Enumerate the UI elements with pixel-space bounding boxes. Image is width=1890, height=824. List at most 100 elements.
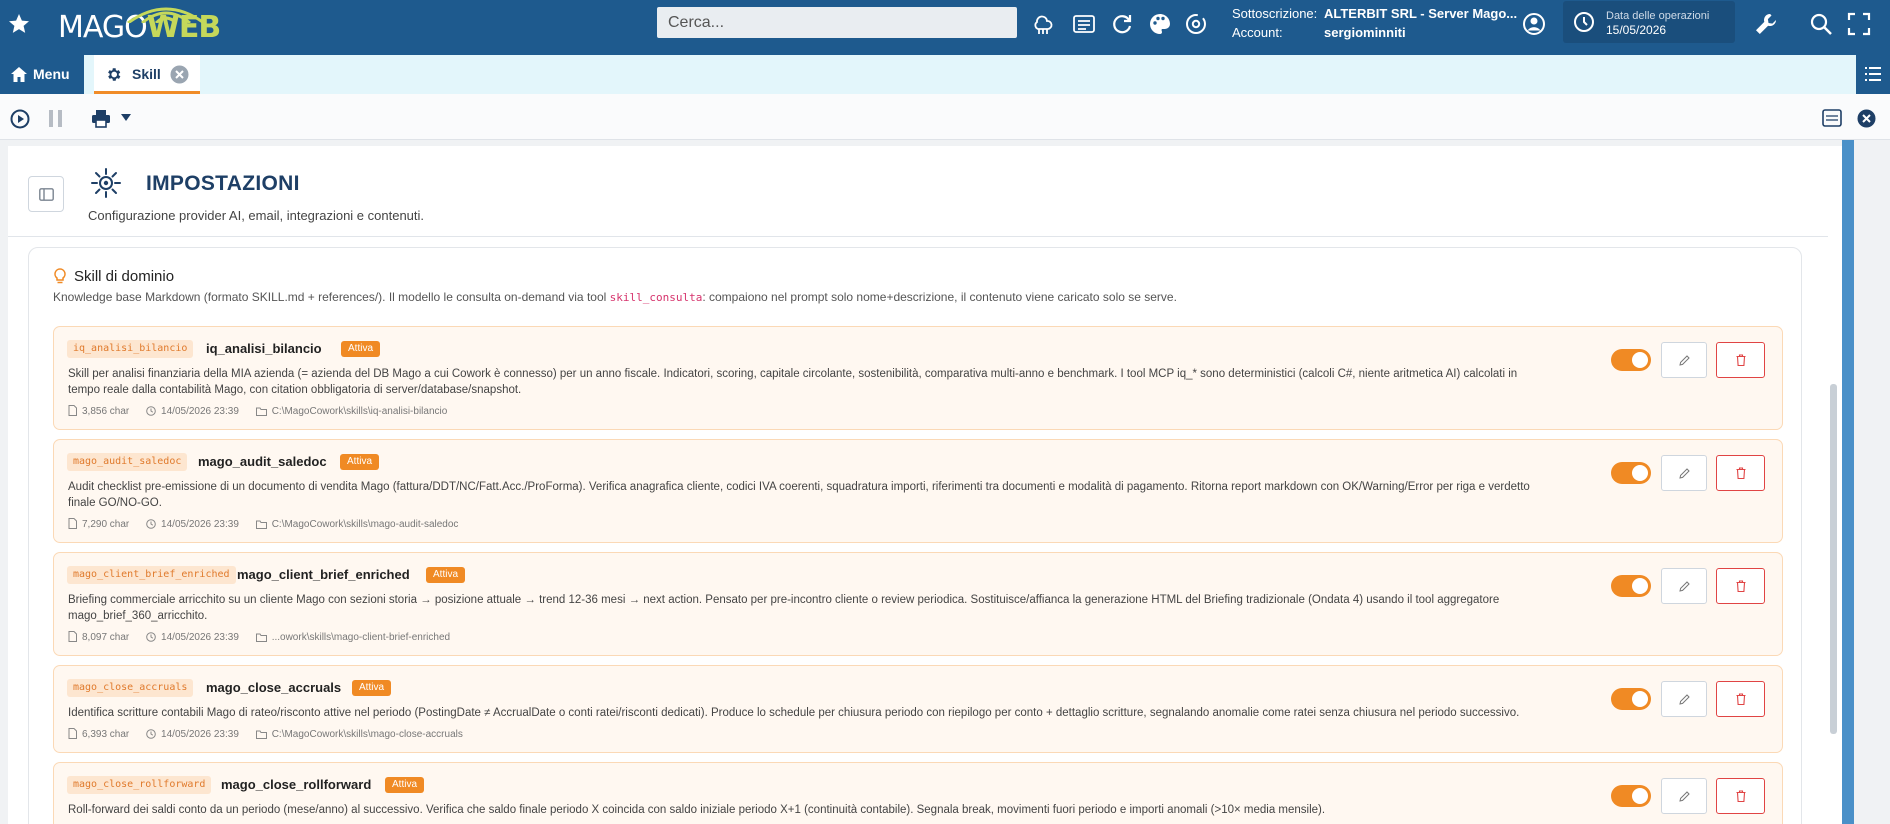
status-badge: Attiva — [426, 567, 466, 583]
collapse-sidebar-button[interactable] — [28, 176, 64, 212]
keyboard-shortcut-icon[interactable] — [1822, 109, 1842, 127]
skill-card: iq_analisi_bilancio iq_analisi_bilancio … — [53, 326, 1783, 430]
skill-path: C:\MagoCowork\skills\mago-audit-saledoc — [271, 519, 459, 530]
close-tab-icon[interactable] — [170, 65, 189, 84]
skill-size: 8,097 char — [82, 632, 130, 643]
skill-path: ...owork\skills\mago-client-brief-enrich… — [271, 632, 451, 643]
user-profile-icon[interactable] — [1521, 11, 1547, 37]
skill-enabled-toggle[interactable] — [1611, 349, 1651, 371]
skill-description: Audit checklist pre-emissione di un docu… — [68, 481, 1530, 509]
run-play-icon[interactable] — [10, 109, 30, 129]
print-dropdown-caret-icon[interactable] — [121, 114, 131, 121]
delete-skill-button[interactable] — [1716, 568, 1765, 604]
subscription-label: Sottoscrizione: — [1232, 6, 1318, 21]
skill-enabled-toggle[interactable] — [1611, 688, 1651, 710]
edit-skill-button[interactable] — [1661, 568, 1707, 604]
pencil-icon — [1679, 791, 1690, 802]
skill-slug: iq_analisi_bilancio — [67, 340, 194, 358]
skill-enabled-toggle[interactable] — [1611, 785, 1651, 807]
folder-icon — [255, 520, 267, 529]
trash-icon — [1736, 693, 1746, 705]
menu-label: Menu — [33, 66, 70, 82]
menu-button[interactable]: Menu — [0, 55, 84, 94]
trash-icon — [1736, 354, 1746, 366]
refresh-icon[interactable] — [1109, 11, 1135, 37]
skill-enabled-toggle[interactable] — [1611, 462, 1651, 484]
tab-bar: Menu Skill — [0, 55, 1890, 94]
file-icon — [68, 728, 77, 739]
skill-date: 14/05/2026 23:39 — [161, 519, 239, 530]
delete-skill-button[interactable] — [1716, 342, 1765, 378]
settings-sync-icon[interactable] — [1183, 11, 1209, 37]
skill-enabled-toggle[interactable] — [1611, 575, 1651, 597]
clock-icon — [146, 729, 156, 739]
fullscreen-icon[interactable] — [1846, 11, 1872, 37]
status-badge: Attiva — [352, 680, 392, 696]
skill-name: mago_close_rollforward — [221, 777, 372, 792]
skill-meta: 6,393 char 14/05/2026 23:39 C:\MagoCowor… — [68, 728, 477, 740]
zoom-icon[interactable] — [1808, 11, 1834, 37]
edit-skill-button[interactable] — [1661, 681, 1707, 717]
skill-name: iq_analisi_bilancio — [206, 341, 322, 356]
file-icon — [68, 405, 77, 416]
pencil-icon — [1679, 468, 1690, 479]
gear-icon — [108, 68, 121, 81]
close-document-icon[interactable] — [1857, 109, 1876, 128]
skill-date: 14/05/2026 23:39 — [161, 729, 239, 740]
delete-skill-button[interactable] — [1716, 778, 1765, 814]
cloud-hierarchy-icon[interactable] — [1030, 11, 1056, 37]
favorites-star-icon[interactable] — [7, 12, 31, 36]
skill-date: 14/05/2026 23:39 — [161, 406, 239, 417]
operations-date-box[interactable]: Data delle operazioni 15/05/2026 — [1563, 1, 1735, 43]
skill-consulta-code: skill_consulta — [609, 291, 703, 304]
delete-skill-button[interactable] — [1716, 455, 1765, 491]
skill-description: Identifica scritture contabili Mago di r… — [68, 707, 1520, 719]
mago-web-logo[interactable]: MAGOWEB — [58, 7, 221, 45]
clock-icon — [146, 406, 156, 416]
wrench-tools-icon[interactable] — [1753, 11, 1779, 37]
tab-skill[interactable]: Skill — [94, 55, 200, 94]
pencil-icon — [1679, 581, 1690, 592]
skill-size: 6,393 char — [82, 729, 130, 740]
page-subtitle: Configurazione provider AI, email, integ… — [88, 208, 425, 223]
document-scrollbar[interactable] — [1842, 140, 1854, 824]
folder-icon — [255, 407, 267, 416]
delete-skill-button[interactable] — [1716, 681, 1765, 717]
skill-card: mago_audit_saledoc mago_audit_saledoc At… — [53, 439, 1783, 543]
clock-icon — [1574, 12, 1594, 32]
pause-icon[interactable] — [47, 109, 65, 128]
subscription-info: Sottoscrizione: ALTERBIT SRL - Server Mag… — [1232, 4, 1517, 42]
subscription-value: ALTERBIT SRL - Server Mago... — [1324, 6, 1518, 21]
list-icon — [1865, 67, 1881, 81]
lightbulb-icon — [54, 268, 66, 284]
skill-description: Roll-forward dei saldi conto da un perio… — [68, 804, 1326, 816]
skill-path: C:\MagoCowork\skills\iq-analisi-bilancio — [271, 406, 448, 417]
open-documents-list-button[interactable] — [1856, 55, 1890, 94]
trash-icon — [1736, 790, 1746, 802]
section-title: Skill di dominio — [74, 268, 175, 285]
section-description-text: Knowledge base Markdown (formato SKILL.m… — [53, 290, 610, 304]
document-toolbar — [0, 94, 1890, 140]
home-icon — [11, 67, 27, 82]
logo-wifi-arc-icon — [127, 7, 205, 23]
content-scrollbar-thumb[interactable] — [1830, 384, 1837, 734]
section-description: Knowledge base Markdown (formato SKILL.m… — [53, 290, 1177, 304]
theme-palette-icon[interactable] — [1147, 11, 1173, 37]
section-description-text-end: : compaiono nel prompt solo nome+descriz… — [702, 290, 1177, 304]
top-bar: MAGOWEB Sottoscrizione: ALTERBIT SRL - Se… — [0, 0, 1890, 55]
file-icon — [68, 518, 77, 529]
search-input[interactable] — [657, 7, 1017, 38]
edit-skill-button[interactable] — [1661, 455, 1707, 491]
page-title: IMPOSTAZIONI — [146, 172, 300, 195]
clock-icon — [146, 519, 156, 529]
edit-skill-button[interactable] — [1661, 778, 1707, 814]
operations-date-label: Data delle operazioni — [1606, 10, 1710, 22]
edit-skill-button[interactable] — [1661, 342, 1707, 378]
skill-size: 7,290 char — [82, 519, 130, 530]
skill-slug: mago_close_accruals — [67, 679, 194, 697]
skill-card: mago_close_rollforward mago_close_rollfo… — [53, 762, 1783, 824]
pencil-icon — [1679, 355, 1690, 366]
news-list-icon[interactable] — [1071, 11, 1097, 37]
print-icon[interactable] — [91, 109, 111, 128]
skill-name: mago_audit_saledoc — [198, 454, 327, 469]
